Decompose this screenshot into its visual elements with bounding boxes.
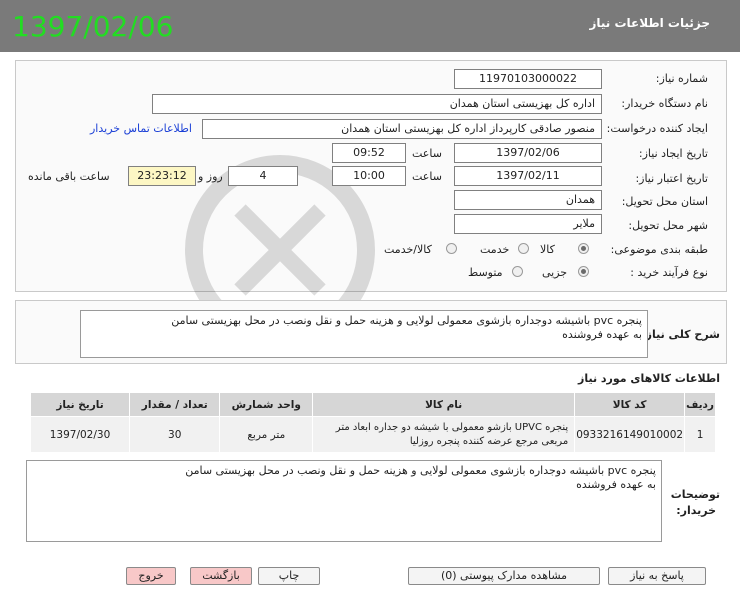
table-row: 1397/02/30 30 متر مربع پنجره UPVC بازشو … bbox=[29, 416, 716, 453]
validity-time-label: ساعت bbox=[412, 170, 442, 183]
cell-unit: متر مربع bbox=[219, 416, 314, 453]
buyer-notes-line-2: به عهده فروشنده bbox=[576, 478, 656, 491]
exit-button[interactable]: خروج bbox=[126, 567, 176, 585]
process-medium-label: متوسط bbox=[468, 266, 503, 279]
remaining-time-label: ساعت باقی مانده bbox=[28, 170, 110, 183]
created-date-label: تاریخ ایجاد نیاز: bbox=[638, 147, 708, 160]
days-label: روز و bbox=[198, 170, 223, 183]
city-label: شهر محل تحویل: bbox=[628, 219, 708, 232]
created-date-field: 1397/02/06 bbox=[454, 143, 602, 163]
buyer-org-field: اداره کل بهزیستی استان همدان bbox=[152, 94, 602, 114]
category-goods-label: کالا bbox=[540, 243, 555, 256]
goods-table: تاریخ نیاز تعداد / مقدار واحد شمارش نام … bbox=[29, 392, 716, 453]
summary-textarea: پنجره pvc باشیشه دوجداره بازشوی معمولی ل… bbox=[80, 310, 648, 358]
buyer-org-label: نام دستگاه خریدار: bbox=[621, 97, 708, 110]
buyer-notes-line-1: پنجره pvc باشیشه دوجداره بازشوی معمولی ل… bbox=[185, 464, 656, 477]
buyer-notes-label-2: خریدار: bbox=[676, 504, 716, 517]
col-date: تاریخ نیاز bbox=[29, 392, 131, 417]
category-service-label: خدمت bbox=[480, 243, 510, 256]
requester-label: ایجاد کننده درخواست: bbox=[606, 122, 708, 135]
col-name: نام کالا bbox=[312, 392, 576, 417]
cell-row: 1 bbox=[684, 416, 716, 453]
validity-date-field: 1397/02/11 bbox=[454, 166, 602, 186]
category-label: طبقه بندی موضوعی: bbox=[610, 243, 708, 256]
created-time-label: ساعت bbox=[412, 147, 442, 160]
province-field: همدان bbox=[454, 190, 602, 210]
summary-line-1: پنجره pvc باشیشه دوجداره بازشوی معمولی ل… bbox=[171, 314, 642, 327]
goods-title: اطلاعات کالاهای مورد نیاز bbox=[578, 372, 720, 385]
col-unit: واحد شمارش bbox=[219, 392, 314, 417]
back-button[interactable]: بازگشت bbox=[190, 567, 252, 585]
created-time-field: 09:52 bbox=[332, 143, 406, 163]
city-field: ملایر bbox=[454, 214, 602, 234]
cell-name-line-1: پنجره UPVC بازشو معمولی با شیشه دو جداره… bbox=[335, 421, 569, 433]
remaining-days-field: 4 bbox=[228, 166, 298, 186]
col-row: ردیف bbox=[684, 392, 716, 417]
date-stamp: 1397/02/06 bbox=[12, 10, 174, 43]
col-code: کد کالا bbox=[574, 392, 686, 417]
buyer-notes-label: توضیحات bbox=[670, 488, 720, 501]
validity-time-field: 10:00 bbox=[332, 166, 406, 186]
buyer-contact-link[interactable]: اطلاعات تماس خریدار bbox=[90, 122, 192, 135]
process-minor-label: جزیی bbox=[542, 266, 568, 279]
cell-code: 0933216149010002 bbox=[574, 416, 686, 453]
need-number-label: شماره نیاز: bbox=[655, 72, 708, 85]
remaining-time-field: 23:23:12 bbox=[128, 166, 196, 186]
category-service-radio[interactable] bbox=[518, 243, 529, 254]
page-title: جزئیات اطلاعات نیاز bbox=[589, 16, 710, 30]
requester-field: منصور صادقی کارپرداز اداره کل بهزیستی اس… bbox=[202, 119, 602, 139]
cell-name-line-2: مربعی مرجع عرضه کننده پنجره روزلیا bbox=[409, 435, 569, 447]
validity-date-label: تاریخ اعتبار نیاز: bbox=[635, 172, 708, 185]
summary-line-2: به عهده فروشنده bbox=[562, 328, 642, 341]
cell-name: پنجره UPVC بازشو معمولی با شیشه دو جداره… bbox=[312, 416, 576, 453]
cell-qty: 30 bbox=[129, 416, 221, 453]
summary-label: شرح کلی نیاز: bbox=[641, 328, 720, 341]
goods-header-row: تاریخ نیاز تعداد / مقدار واحد شمارش نام … bbox=[29, 392, 716, 417]
print-button[interactable]: چاپ bbox=[258, 567, 320, 585]
category-goods-radio[interactable] bbox=[578, 243, 589, 254]
category-goods-service-label: کالا/خدمت bbox=[384, 243, 432, 256]
reply-button[interactable]: پاسخ به نیاز bbox=[608, 567, 706, 585]
need-number-field: 1197010300002​2 bbox=[454, 69, 602, 89]
buyer-notes-textarea: پنجره pvc باشیشه دوجداره بازشوی معمولی ل… bbox=[26, 460, 662, 542]
process-minor-radio[interactable] bbox=[578, 266, 589, 277]
col-qty: تعداد / مقدار bbox=[129, 392, 221, 417]
process-label: نوع فرآیند خرید : bbox=[630, 266, 708, 279]
attachments-button[interactable]: مشاهده مدارک پیوستی (0) bbox=[408, 567, 600, 585]
cell-date: 1397/02/30 bbox=[29, 416, 131, 453]
process-medium-radio[interactable] bbox=[512, 266, 523, 277]
category-goods-service-radio[interactable] bbox=[446, 243, 457, 254]
province-label: استان محل تحویل: bbox=[621, 195, 708, 208]
